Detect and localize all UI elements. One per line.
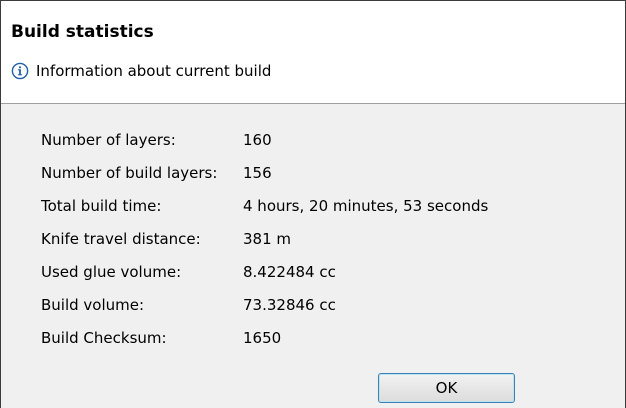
stat-value: 160 xyxy=(243,130,272,149)
stat-label: Number of build layers: xyxy=(41,163,218,182)
stat-row-build-checksum: Build Checksum: 1650 xyxy=(41,321,488,354)
stat-row-used-glue-volume: Used glue volume: 8.422484 cc xyxy=(41,255,488,288)
build-stats-list: Number of layers: 160 Number of build la… xyxy=(41,123,488,354)
stat-value: 1650 xyxy=(243,328,282,347)
stat-value: 8.422484 cc xyxy=(243,262,336,281)
info-text: Information about current build xyxy=(36,62,272,80)
build-statistics-dialog: Build statistics Information about curre… xyxy=(0,0,626,408)
stat-label: Build volume: xyxy=(41,295,145,314)
stat-value: 381 m xyxy=(243,229,292,248)
stat-value: 4 hours, 20 minutes, 53 seconds xyxy=(243,196,489,215)
stat-value: 156 xyxy=(243,163,272,182)
stat-label: Used glue volume: xyxy=(41,262,182,281)
stat-value: 73.32846 cc xyxy=(243,295,336,314)
stat-label: Knife travel distance: xyxy=(41,229,201,248)
stat-row-total-build-time: Total build time: 4 hours, 20 minutes, 5… xyxy=(41,189,488,222)
stat-row-build-volume: Build volume: 73.32846 cc xyxy=(41,288,488,321)
info-circle-icon xyxy=(11,62,29,80)
stat-row-number-of-build-layers: Number of build layers: 156 xyxy=(41,156,488,189)
info-message: Information about current build xyxy=(11,60,271,82)
stat-label: Number of layers: xyxy=(41,130,176,149)
stat-row-knife-travel-distance: Knife travel distance: 381 m xyxy=(41,222,488,255)
stat-label: Total build time: xyxy=(41,196,162,215)
dialog-header: Build statistics Information about curre… xyxy=(1,1,625,104)
dialog-title: Build statistics xyxy=(11,22,154,42)
stat-label: Build Checksum: xyxy=(41,328,167,347)
ok-button[interactable]: OK xyxy=(378,373,515,403)
stat-row-number-of-layers: Number of layers: 160 xyxy=(41,123,488,156)
